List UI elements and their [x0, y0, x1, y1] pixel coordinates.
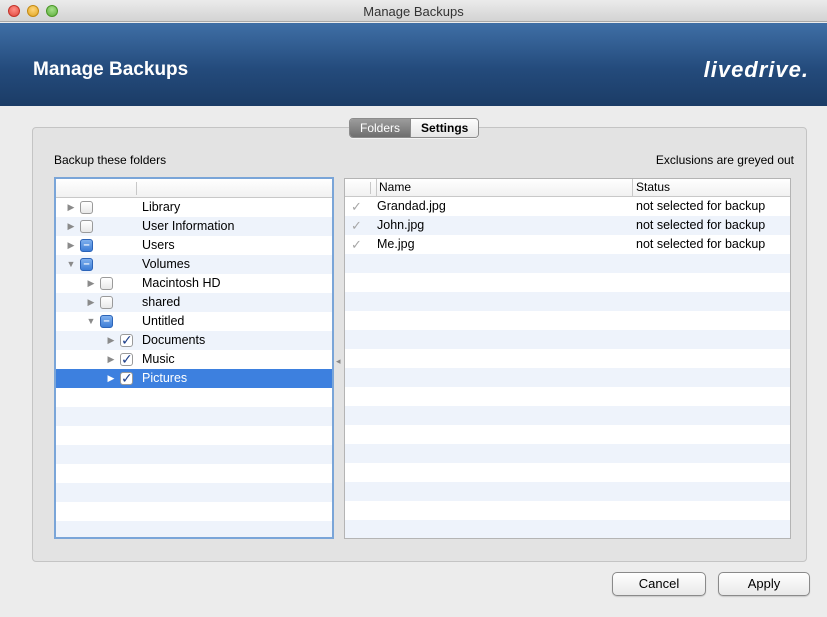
folder-checkbox[interactable] [100, 277, 113, 290]
disclosure-closed-icon[interactable]: ▶ [106, 369, 116, 388]
tab-segmented-control: Folders Settings [349, 118, 480, 138]
tree-row-empty [56, 407, 332, 426]
tree-row-empty [56, 445, 332, 464]
disclosure-closed-icon[interactable]: ▶ [66, 198, 76, 217]
exclusions-note: Exclusions are greyed out [655, 153, 794, 167]
splitter-handle[interactable]: ◂ [336, 356, 342, 366]
tree-row-empty [56, 483, 332, 502]
disclosure-closed-icon[interactable]: ▶ [86, 274, 96, 293]
tree-row[interactable]: ▼ – Volumes [56, 255, 332, 274]
file-row-empty [345, 254, 790, 273]
file-name: John.jpg [377, 218, 425, 232]
backup-folders-label: Backup these folders [54, 153, 167, 167]
excluded-check-icon[interactable]: ✓ [351, 235, 362, 254]
tab-folders[interactable]: Folders [350, 119, 411, 137]
file-row-empty [345, 330, 790, 349]
file-row[interactable]: ✓ John.jpg not selected for backup [345, 216, 790, 235]
folder-checkbox[interactable]: ✓ [120, 333, 133, 347]
tree-row[interactable]: ▶ – Users [56, 236, 332, 255]
disclosure-closed-icon[interactable]: ▶ [86, 293, 96, 312]
file-row-empty [345, 406, 790, 425]
tree-row-empty [56, 464, 332, 483]
tree-row[interactable]: ▶ ✓ Pictures [56, 369, 332, 388]
tree-row-label: Pictures [142, 371, 188, 385]
file-status: not selected for backup [636, 218, 766, 232]
file-row-empty [345, 444, 790, 463]
title-bar: Manage Backups [0, 0, 827, 22]
folder-checkbox[interactable]: – [80, 258, 93, 271]
page-title: Manage Backups [33, 59, 189, 80]
file-row-empty [345, 501, 790, 520]
tree-row-label: Users [142, 238, 175, 252]
folder-checkbox[interactable] [80, 201, 93, 214]
tree-row-label: Library [142, 200, 181, 214]
file-row-empty [345, 368, 790, 387]
tab-settings[interactable]: Settings [410, 119, 479, 137]
file-row-empty [345, 520, 790, 538]
tree-row[interactable]: ▶ shared [56, 293, 332, 312]
tree-row[interactable]: ▶ ✓ Music [56, 350, 332, 369]
file-row-empty [345, 349, 790, 368]
file-rows: ✓ Grandad.jpg not selected for backup ✓ John… [345, 197, 790, 538]
file-name: Grandad.jpg [377, 199, 446, 213]
window-title: Manage Backups [363, 4, 464, 19]
excluded-check-icon[interactable]: ✓ [351, 197, 362, 216]
column-name[interactable]: Name [376, 179, 411, 196]
file-row[interactable]: ✓ Me.jpg not selected for backup [345, 235, 790, 254]
disclosure-closed-icon[interactable]: ▶ [106, 331, 116, 350]
tree-row[interactable]: ▶ Library [56, 198, 332, 217]
file-row[interactable]: ✓ Grandad.jpg not selected for backup [345, 197, 790, 216]
folder-checkbox[interactable]: – [100, 315, 113, 328]
tree-header [56, 179, 332, 198]
tree-rows: ▶ Library ▶ User Information ▶ – Users ▼ – Volume… [56, 198, 332, 537]
tree-row-label: Music [142, 352, 175, 366]
disclosure-open-icon[interactable]: ▼ [86, 312, 96, 331]
file-row-empty [345, 463, 790, 482]
disclosure-closed-icon[interactable]: ▶ [106, 350, 116, 369]
file-list[interactable]: Name Status ✓ Grandad.jpg not selected for… [344, 178, 791, 539]
file-row-empty [345, 292, 790, 311]
cancel-button[interactable]: Cancel [612, 572, 706, 596]
tree-row-empty [56, 388, 332, 407]
folder-checkbox[interactable]: ✓ [120, 371, 133, 385]
file-row-empty [345, 482, 790, 501]
tree-row[interactable]: ▼ – Untitled [56, 312, 332, 331]
tree-row-label: Documents [142, 333, 206, 347]
excluded-check-icon[interactable]: ✓ [351, 216, 362, 235]
folder-checkbox[interactable] [100, 296, 113, 309]
tree-row-label: User Information [142, 219, 235, 233]
disclosure-closed-icon[interactable]: ▶ [66, 236, 76, 255]
tree-row-label: shared [142, 295, 181, 309]
file-name: Me.jpg [377, 237, 415, 251]
tree-row-label: Untitled [142, 314, 185, 328]
tree-row[interactable]: ▶ ✓ Documents [56, 331, 332, 350]
header-band: Manage Backups livedrive. [0, 23, 827, 106]
file-row-empty [345, 425, 790, 444]
apply-button[interactable]: Apply [718, 572, 810, 596]
disclosure-closed-icon[interactable]: ▶ [66, 217, 76, 236]
tree-row-label: Volumes [142, 257, 190, 271]
file-row-empty [345, 273, 790, 292]
tree-row[interactable]: ▶ Macintosh HD [56, 274, 332, 293]
folder-checkbox[interactable] [80, 220, 93, 233]
folder-tree[interactable]: ▶ Library ▶ User Information ▶ – Users ▼ – Volume… [54, 177, 334, 539]
tree-row-empty [56, 521, 332, 537]
folder-checkbox[interactable]: – [80, 239, 93, 252]
file-row-empty [345, 387, 790, 406]
tree-row-empty [56, 502, 332, 521]
disclosure-open-icon[interactable]: ▼ [66, 255, 76, 274]
file-row-empty [345, 311, 790, 330]
file-status: not selected for backup [636, 237, 766, 251]
tree-row-label: Macintosh HD [142, 276, 221, 290]
file-list-header: Name Status [345, 179, 790, 197]
tree-row-empty [56, 426, 332, 445]
tree-row[interactable]: ▶ User Information [56, 217, 332, 236]
column-status[interactable]: Status [632, 179, 670, 196]
brand-logo: livedrive. [703, 57, 809, 82]
folder-checkbox[interactable]: ✓ [120, 352, 133, 366]
file-status: not selected for backup [636, 199, 766, 213]
